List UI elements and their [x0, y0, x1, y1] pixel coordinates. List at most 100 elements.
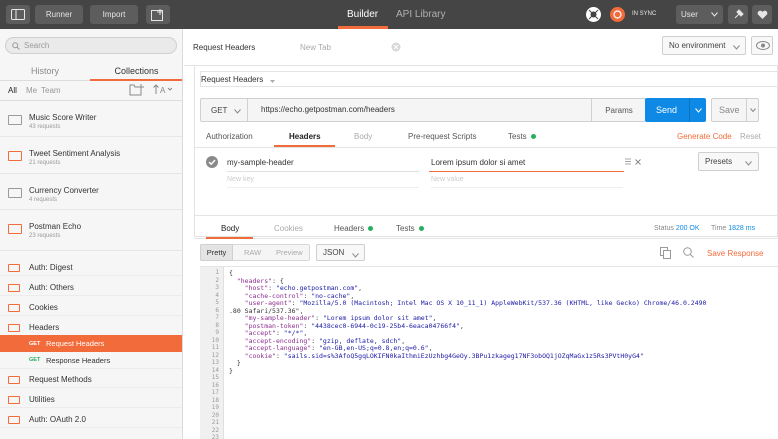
line-number: 16 — [211, 381, 219, 389]
header-enabled-checkbox[interactable] — [206, 156, 218, 170]
response-tab-tests[interactable]: Tests — [396, 219, 424, 237]
request-item-active[interactable]: GET Request Headers — [0, 335, 182, 352]
send-dropdown-icon[interactable] — [689, 98, 706, 122]
format-select[interactable]: JSON — [316, 244, 365, 261]
collection-count: 21 requests — [29, 160, 61, 166]
view-preview-button[interactable]: Preview — [276, 248, 303, 257]
search-icon[interactable] — [683, 247, 694, 260]
line-number: 5 — [215, 299, 219, 306]
builder-tab[interactable]: Builder — [347, 0, 378, 29]
sync-icon[interactable] — [610, 7, 625, 22]
sidebar-toggle-icon[interactable] — [6, 5, 30, 24]
params-button[interactable]: Params — [591, 99, 646, 121]
method-select[interactable]: GET — [201, 99, 248, 121]
svg-text:A: A — [160, 86, 166, 95]
top-bar: Runner Import Builder API Library IN SYN… — [0, 0, 778, 29]
new-tab-icon[interactable] — [146, 5, 170, 24]
view-raw-button[interactable]: Raw — [244, 248, 261, 257]
filter-all[interactable]: All — [8, 86, 17, 95]
drag-handle-icon[interactable] — [625, 158, 631, 167]
collection-item[interactable]: Currency Converter 4 requests — [0, 174, 182, 210]
reset-link[interactable]: Reset — [740, 127, 761, 145]
url-input[interactable]: https://echo.getpostman.com/headers — [261, 105, 395, 114]
status-label: Status — [654, 224, 674, 232]
line-number: 1 — [215, 269, 219, 276]
tests-status-dot — [418, 225, 424, 231]
tab-collections[interactable]: Collections — [90, 61, 182, 81]
runner-button[interactable]: Runner — [35, 5, 83, 24]
satellite-icon[interactable] — [586, 7, 601, 22]
view-pretty-button[interactable]: Pretty — [200, 244, 233, 261]
collection-item[interactable]: Postman Echo 23 requests — [0, 210, 182, 251]
save-button[interactable]: Save — [711, 98, 759, 122]
settings-icon[interactable] — [728, 5, 748, 24]
send-button[interactable]: Send — [645, 98, 706, 122]
response-body[interactable]: 1 2 3 4 5 6 7 8 9 10 11 12 13 14 15 16 17 18 19 20 21 22 23 { … — [200, 266, 778, 439]
chevron-down-icon[interactable] — [746, 99, 758, 121]
filter-me[interactable]: Me — [26, 86, 37, 95]
api-library-tab[interactable]: API Library — [396, 0, 445, 29]
folder-item[interactable]: Utilities — [0, 391, 182, 408]
new-collection-icon[interactable] — [129, 83, 145, 98]
save-response-link[interactable]: Save Response — [707, 249, 763, 258]
response-tab-cookies[interactable]: Cookies — [274, 219, 303, 237]
add-tab-icon[interactable] — [391, 42, 401, 54]
search-input[interactable]: Search — [5, 37, 177, 54]
collection-item[interactable]: Tweet Sentiment Analysis 21 requests — [0, 137, 182, 174]
request-method: GET — [29, 357, 41, 363]
tab-history[interactable]: History — [0, 61, 90, 81]
line-number: 15 — [211, 374, 219, 381]
line-number: 21 — [211, 419, 219, 426]
new-value-input[interactable]: New value — [431, 176, 623, 188]
sidebar: Search History Collections All Me Team A… — [0, 29, 183, 439]
response-tab-body[interactable]: Body — [221, 219, 239, 237]
line-number: 3 — [215, 284, 219, 291]
header-key-input[interactable]: my-sample-header — [227, 158, 419, 167]
generate-code-link[interactable]: Generate Code — [677, 127, 732, 145]
environment-select[interactable]: No environment — [662, 36, 746, 55]
presets-dropdown[interactable]: Presets — [698, 152, 759, 171]
heart-icon[interactable] — [752, 5, 772, 24]
new-key-input[interactable]: New key — [227, 176, 419, 188]
tab-tests[interactable]: Tests — [508, 127, 536, 145]
filter-team[interactable]: Team — [41, 86, 61, 95]
user-dropdown[interactable]: User — [676, 5, 723, 24]
folder-icon — [8, 224, 22, 234]
import-button[interactable]: Import — [90, 5, 138, 24]
copy-icon[interactable] — [660, 247, 671, 261]
collection-item[interactable]: Music Score Writer 43 requests — [0, 101, 182, 137]
remove-header-icon[interactable] — [635, 158, 641, 167]
line-number: 17 — [211, 389, 219, 396]
line-number: 2 — [215, 276, 219, 284]
line-number: 20 — [211, 411, 219, 419]
tab-new-tab[interactable]: New Tab — [300, 37, 331, 57]
search-placeholder: Search — [24, 41, 50, 50]
folder-item[interactable]: Request Methods — [0, 371, 182, 388]
tab-headers[interactable]: Headers — [289, 127, 321, 145]
tab-body[interactable]: Body — [354, 127, 372, 145]
header-value-input[interactable]: Lorem ipsum dolor si amet — [431, 158, 623, 167]
tab-pre-request-scripts[interactable]: Pre-request Scripts — [408, 127, 476, 145]
request-item[interactable]: GET Response Headers — [0, 352, 182, 369]
environment-label: No environment — [669, 41, 726, 50]
line-number: 4 — [215, 291, 219, 299]
request-name-row[interactable]: Request Headers — [200, 71, 778, 87]
tab-authorization[interactable]: Authorization — [206, 127, 253, 145]
folder-item[interactable]: Auth: OAuth 2.0 — [0, 411, 182, 428]
folder-icon — [8, 151, 22, 161]
folder-item[interactable]: Auth: Digest — [0, 259, 182, 276]
folder-item[interactable]: Headers — [0, 319, 182, 336]
line-number-gutter: 1 2 3 4 5 6 7 8 9 10 11 12 13 14 15 16 17 18 19 20 21 22 23 — [200, 267, 224, 439]
header-value-underline — [429, 171, 624, 172]
request-panel — [194, 66, 778, 237]
sort-icon[interactable]: A — [153, 84, 175, 97]
folder-item[interactable]: Cookies — [0, 299, 182, 316]
body-tab-indicator — [206, 237, 253, 239]
quick-look-button[interactable] — [751, 36, 773, 55]
pretty-label: Pretty — [206, 248, 227, 257]
sync-status: IN SYNC — [632, 11, 657, 17]
folder-item[interactable]: Auth: Others — [0, 279, 182, 296]
tab-request-headers[interactable]: Request Headers — [193, 37, 255, 57]
chevron-down-icon — [711, 10, 718, 19]
response-tab-headers[interactable]: Headers — [334, 219, 374, 237]
